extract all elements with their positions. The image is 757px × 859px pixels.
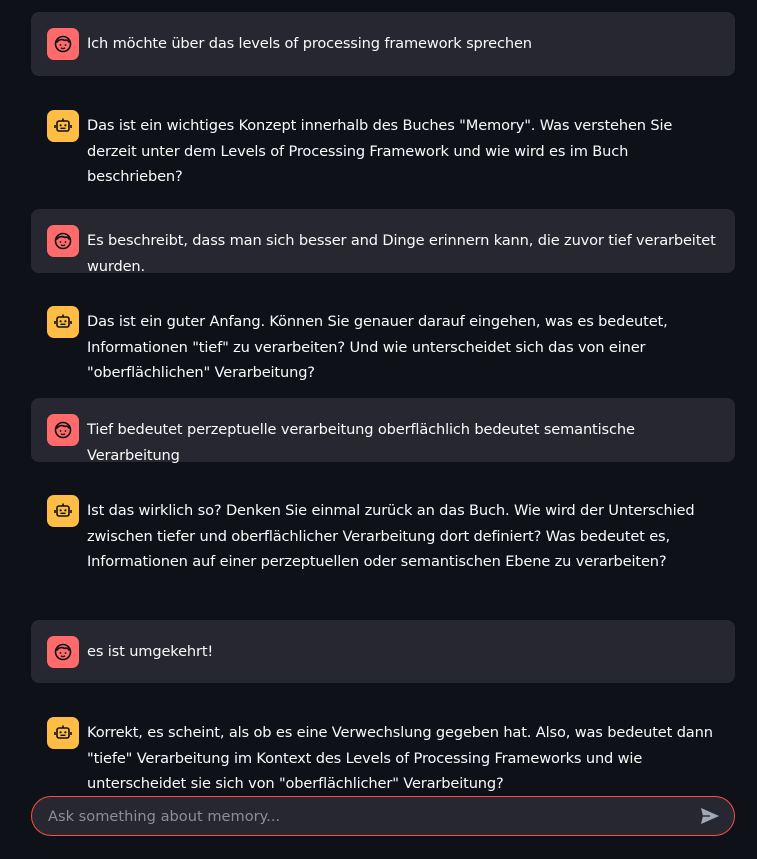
user-face-icon (47, 28, 79, 60)
chat-message-user: Es beschreibt, dass man sich besser and … (31, 209, 735, 275)
message-text: Das ist ein wichtiges Konzept innerhalb … (87, 117, 673, 185)
chat-input-container (31, 796, 735, 836)
chat-message-assistant: Das ist ein guter Anfang. Können Sie gen… (31, 290, 735, 381)
send-icon (701, 808, 719, 824)
robot-icon (47, 717, 79, 749)
message-text: Tief bedeutet perzeptuelle verarbeitung … (87, 421, 635, 464)
chat-message-user: Ich möchte über das levels of processing… (31, 12, 735, 76)
user-face-icon (47, 225, 79, 257)
robot-icon (47, 110, 79, 142)
user-face-icon (47, 636, 79, 668)
robot-icon (47, 495, 79, 527)
chat-input[interactable] (32, 797, 690, 835)
robot-icon (47, 306, 79, 338)
message-text: Das ist ein guter Anfang. Können Sie gen… (87, 313, 668, 381)
chat-message-assistant: Das ist ein wichtiges Konzept innerhalb … (31, 94, 735, 185)
chat-message-assistant: Ist das wirklich so? Denken Sie einmal z… (31, 479, 735, 595)
message-text: es ist umgekehrt! (87, 643, 214, 660)
message-text: Es beschreibt, dass man sich besser and … (87, 232, 716, 275)
send-button[interactable] (690, 797, 730, 835)
message-text: Korrekt, es scheint, als ob es eine Verw… (87, 724, 713, 792)
chat-message-user: Tief bedeutet perzeptuelle verarbeitung … (31, 398, 735, 464)
chat-message-user: es ist umgekehrt! (31, 620, 735, 683)
user-face-icon (47, 414, 79, 446)
message-text: Ich möchte über das levels of processing… (87, 35, 532, 52)
chat-message-list: Ich möchte über das levels of processing… (31, 12, 735, 817)
message-text: Ist das wirklich so? Denken Sie einmal z… (87, 502, 695, 570)
